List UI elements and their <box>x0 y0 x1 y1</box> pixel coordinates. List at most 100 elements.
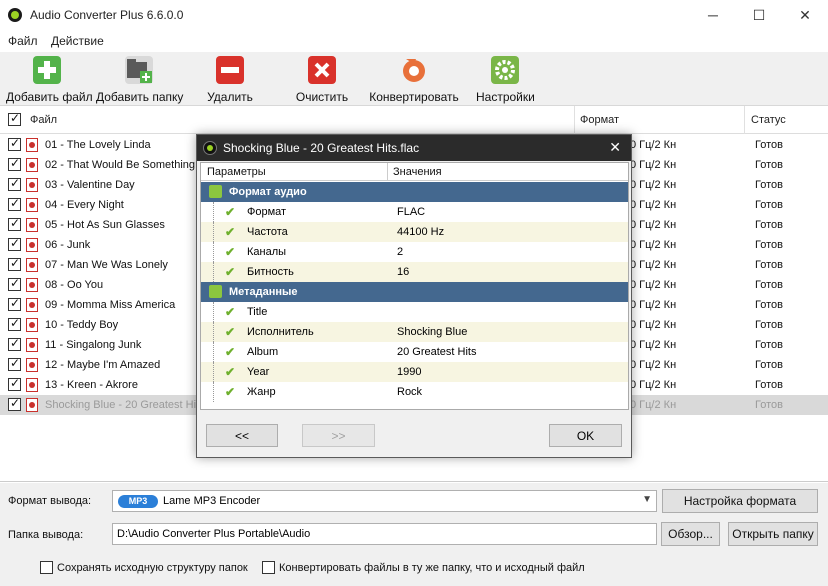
column-values[interactable]: Значения <box>393 166 442 178</box>
row-checkbox[interactable] <box>8 336 21 351</box>
output-folder-input[interactable]: D:\Audio Converter Plus Portable\Audio <box>112 523 657 545</box>
prev-button[interactable]: << <box>206 424 278 447</box>
file-format: 0 Гц/2 Кн <box>630 279 677 291</box>
checkmark-icon: ✔ <box>225 365 236 379</box>
audio-file-icon <box>26 158 38 172</box>
close-icon[interactable]: ✕ <box>782 0 828 30</box>
row-checkbox[interactable] <box>8 236 21 251</box>
add-folder-label: Добавить папку <box>96 90 184 104</box>
dialog-title: Shocking Blue - 20 Greatest Hits.flac <box>223 141 420 155</box>
audio-file-icon <box>26 338 38 352</box>
property-group[interactable]: Формат аудио <box>201 182 628 202</box>
keep-structure-option[interactable]: Сохранять исходную структуру папок <box>40 561 248 574</box>
output-format-select[interactable]: MP3 Lame MP3 Encoder ▼ <box>112 490 657 512</box>
row-checkbox[interactable] <box>8 376 21 391</box>
row-checkbox[interactable] <box>8 316 21 331</box>
property-row[interactable]: ✔ Жанр Rock <box>201 382 628 402</box>
property-row[interactable]: ✔ Year 1990 <box>201 362 628 382</box>
minimize-icon[interactable]: ─ <box>690 0 736 30</box>
clear-button[interactable]: Очистить <box>294 56 350 104</box>
checkmark-icon: ✔ <box>225 345 236 359</box>
add-folder-button[interactable]: Добавить папку <box>96 56 184 104</box>
menu-file[interactable]: Файл <box>8 34 38 48</box>
column-file[interactable]: Файл <box>30 114 57 126</box>
output-panel: Формат вывода: MP3 Lame MP3 Encoder ▼ На… <box>0 483 828 586</box>
maximize-icon[interactable]: ☐ <box>736 0 782 30</box>
property-name: Жанр <box>247 386 276 398</box>
audio-file-icon <box>26 138 38 152</box>
format-settings-button[interactable]: Настройка формата <box>662 489 818 513</box>
ok-button[interactable]: OK <box>549 424 622 447</box>
audio-file-icon <box>26 258 38 272</box>
property-row[interactable]: ✔ Частота 44100 Hz <box>201 222 628 242</box>
property-row[interactable]: ✔ Битность 16 <box>201 262 628 282</box>
browse-button[interactable]: Обзор... <box>661 522 720 546</box>
checkmark-icon: ✔ <box>225 325 236 339</box>
select-all-checkbox[interactable] <box>8 111 21 126</box>
property-row[interactable]: ✔ Album 20 Greatest Hits <box>201 342 628 362</box>
clear-icon <box>308 56 336 84</box>
property-row[interactable]: ✔ Title <box>201 302 628 322</box>
window-title: Audio Converter Plus 6.6.0.0 <box>30 8 184 22</box>
column-separator <box>744 106 745 134</box>
convert-icon <box>400 56 428 84</box>
row-checkbox[interactable] <box>8 156 21 171</box>
row-checkbox[interactable] <box>8 136 21 151</box>
property-name: Title <box>247 306 268 318</box>
row-checkbox[interactable] <box>8 176 21 191</box>
audio-file-icon <box>26 378 38 392</box>
settings-button[interactable]: Настройки <box>476 56 535 104</box>
file-list-header: Файл Формат Статус <box>0 106 828 134</box>
row-checkbox[interactable] <box>8 356 21 371</box>
file-name: 09 - Momma Miss America <box>45 299 176 311</box>
column-separator <box>574 106 575 134</box>
menu-action[interactable]: Действие <box>51 34 104 48</box>
tree-line <box>213 342 214 362</box>
remove-label: Удалить <box>207 90 253 104</box>
row-checkbox[interactable] <box>8 256 21 271</box>
row-checkbox[interactable] <box>8 216 21 231</box>
audio-file-icon <box>26 238 38 252</box>
file-format: 0 Гц/2 Кн <box>630 299 677 311</box>
close-icon[interactable]: ✕ <box>609 139 621 156</box>
file-format: 0 Гц/2 Кн <box>630 159 677 171</box>
remove-button[interactable]: Удалить <box>204 56 256 104</box>
tree-line <box>213 202 214 222</box>
column-params[interactable]: Параметры <box>207 166 266 178</box>
same-folder-label: Конвертировать файлы в ту же папку, что … <box>279 561 585 574</box>
property-name: Частота <box>247 226 288 238</box>
convert-button[interactable]: Конвертировать <box>368 56 460 104</box>
file-name: 08 - Oo You <box>45 279 104 291</box>
same-folder-option[interactable]: Конвертировать файлы в ту же папку, что … <box>262 561 585 574</box>
property-value: Rock <box>397 386 423 398</box>
row-checkbox[interactable] <box>8 296 21 311</box>
column-format[interactable]: Формат <box>580 114 619 126</box>
audio-file-icon <box>26 298 38 312</box>
property-group[interactable]: Метаданные <box>201 282 628 302</box>
row-checkbox[interactable] <box>8 196 21 211</box>
file-format: 0 Гц/2 Кн <box>630 239 677 251</box>
keep-structure-checkbox[interactable] <box>40 561 53 574</box>
next-button[interactable]: >> <box>302 424 375 447</box>
same-folder-checkbox[interactable] <box>262 561 275 574</box>
row-checkbox[interactable] <box>8 276 21 291</box>
file-name: 04 - Every Night <box>45 199 124 211</box>
properties-grid: Параметры Значения Формат аудио ✔ Формат FL… <box>200 162 629 410</box>
column-separator <box>387 163 388 181</box>
file-name: 03 - Valentine Day <box>45 179 135 191</box>
audio-file-icon <box>26 218 38 232</box>
file-name: 13 - Kreen - Akrore <box>45 379 138 391</box>
property-row[interactable]: ✔ Исполнитель Shocking Blue <box>201 322 628 342</box>
file-status: Готов <box>755 159 783 171</box>
property-row[interactable]: ✔ Формат FLAC <box>201 202 628 222</box>
row-checkbox[interactable] <box>8 396 21 411</box>
property-name: Album <box>247 346 279 358</box>
file-format: 0 Гц/2 Кн <box>630 179 677 191</box>
file-status: Готов <box>755 139 783 151</box>
property-row[interactable]: ✔ Каналы 2 <box>201 242 628 262</box>
open-folder-button[interactable]: Открыть папку <box>728 522 818 546</box>
mp3-badge: MP3 <box>118 495 158 508</box>
column-status[interactable]: Статус <box>751 114 786 126</box>
add-file-button[interactable]: Добавить файл <box>6 56 93 104</box>
file-status: Готов <box>755 199 783 211</box>
